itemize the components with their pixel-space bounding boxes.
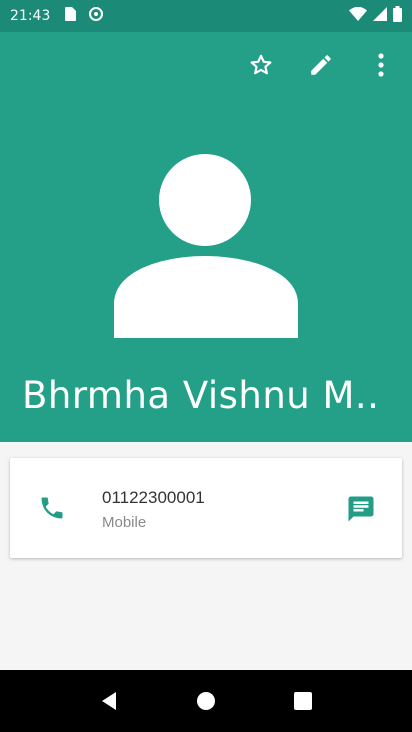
navigation-bar	[0, 670, 412, 732]
contact-avatar	[112, 152, 302, 342]
contact-details: 01122300001 Mobile	[0, 442, 412, 670]
phone-number[interactable]: 01122300001	[102, 488, 205, 508]
contact-name: Bhrmha Vishnu M...	[22, 374, 382, 417]
back-icon[interactable]	[89, 681, 129, 721]
message-icon[interactable]	[346, 494, 376, 524]
edit-icon[interactable]	[306, 50, 336, 80]
wifi-icon	[349, 6, 367, 25]
battery-icon	[393, 6, 402, 26]
phone-entry-card[interactable]: 01122300001 Mobile	[10, 458, 402, 558]
more-options-icon[interactable]	[366, 50, 396, 80]
status-bar: 21:43	[0, 0, 412, 32]
star-icon[interactable]	[246, 50, 276, 80]
phone-icon[interactable]	[38, 494, 66, 522]
recents-icon[interactable]	[283, 681, 323, 721]
contact-header: Bhrmha Vishnu M...	[0, 32, 412, 442]
signal-icon	[373, 7, 387, 25]
status-time: 21:43	[10, 8, 51, 24]
home-icon[interactable]	[186, 681, 226, 721]
sync-icon	[88, 6, 104, 26]
phone-type-label: Mobile	[102, 514, 147, 531]
sd-card-icon	[64, 7, 77, 25]
